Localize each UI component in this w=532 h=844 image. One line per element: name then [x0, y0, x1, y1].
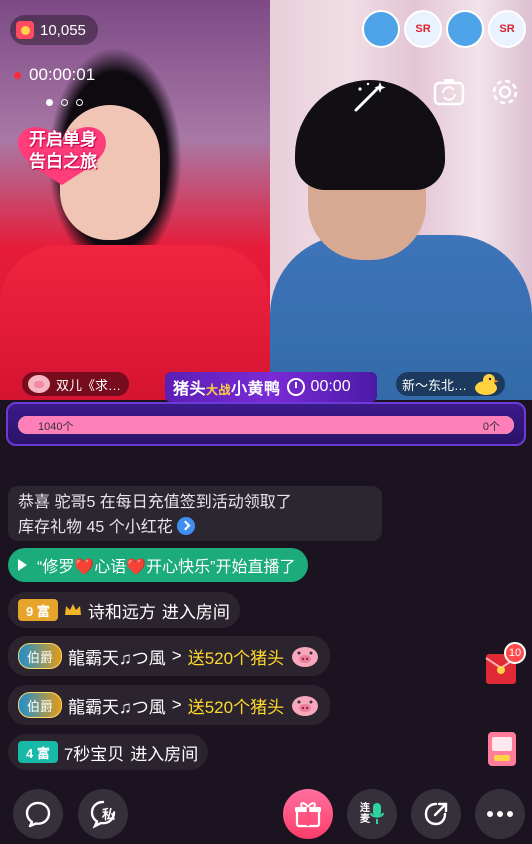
avatar-label: SR [499, 23, 515, 35]
pk-time: 00:00 [310, 378, 351, 395]
chat-gift-message[interactable]: 伯爵 龍霸天♫つ風 > 送520个猪头 [8, 636, 331, 676]
pk-title-b: 小黄鸭 [231, 381, 281, 398]
lianmai-button[interactable]: 连 麦 [347, 789, 397, 839]
camera-tools [432, 75, 522, 109]
chat-arrow: > [171, 695, 182, 714]
video-left-streamer[interactable] [0, 0, 270, 400]
more-icon [487, 811, 513, 817]
gift-button[interactable] [283, 789, 333, 839]
viewer-avatar[interactable] [362, 10, 400, 48]
carousel-dot[interactable] [61, 99, 68, 106]
pig-head-icon [292, 696, 319, 716]
pk-banner[interactable]: 猪头大战小黄鸭 00:00 [165, 372, 377, 402]
system-notice[interactable]: 恭喜 驼哥5 在每日充值签到活动领取了 库存礼物 45 个小红花 [8, 486, 382, 541]
carousel-dots [46, 99, 83, 106]
chat-button[interactable] [13, 789, 63, 839]
live-start-text: “修罗❤️心语❤️开心快乐”开始直播了 [37, 559, 296, 576]
chat-username[interactable]: 龍霸天♫つ風 [68, 693, 166, 718]
settings-gear-icon[interactable] [488, 75, 522, 109]
live-start-notice[interactable]: “修罗❤️心语❤️开心快乐”开始直播了 [8, 548, 308, 582]
viewer-avatar[interactable] [446, 10, 484, 48]
notice-line-2: 库存礼物 45 个小红花 [18, 519, 173, 536]
viewer-avatar[interactable]: SR [488, 10, 526, 48]
pk-title: 猪头大战小黄鸭 [173, 375, 281, 399]
pig-head-icon [292, 647, 319, 667]
pig-avatar-icon [28, 375, 50, 393]
right-streamer-name-chip[interactable]: 新～东北… [396, 372, 506, 396]
chat-gift-message[interactable]: 伯爵 龍霸天♫つ風 > 送520个猪头 [8, 685, 331, 725]
coin-icon [16, 21, 34, 39]
chat-bubble-icon [25, 801, 51, 828]
more-button[interactable] [475, 789, 525, 839]
microphone-icon [370, 803, 384, 824]
clock-icon [286, 378, 305, 396]
live-timer: 00:00:01 [14, 65, 95, 85]
wealth-level-badge: 4 富 [18, 741, 58, 763]
pk-progress-bar: 1040个 0个 [18, 416, 514, 434]
bottom-toolbar: 私 连 麦 [0, 786, 532, 844]
private-chat-icon: 私 [90, 800, 116, 829]
camera-switch-icon[interactable] [432, 75, 466, 109]
chevron-right-icon[interactable] [176, 517, 195, 535]
chat-text: 进入房间 [130, 744, 199, 764]
chat-arrow: > [171, 646, 182, 665]
pk-score-left: 1040个 [38, 421, 74, 433]
claw-machine-button[interactable] [484, 730, 520, 768]
carousel-dot[interactable] [46, 99, 53, 106]
timer-text: 00:00:01 [29, 65, 96, 84]
recording-dot-icon [14, 71, 21, 79]
chat-username[interactable]: 龍霸天♫つ風 [68, 644, 166, 669]
left-streamer-name: 双儿《求… [56, 377, 122, 393]
left-streamer-name-chip[interactable]: 双儿《求… [22, 372, 130, 396]
chat-username[interactable]: 7秒宝贝 [64, 740, 124, 765]
pk-score-right: 0个 [482, 421, 500, 433]
carousel-dot[interactable] [76, 99, 83, 106]
gift-text: 送520个猪头 [187, 648, 285, 668]
chat-message[interactable]: 9 富 诗和远方 进入房间 [8, 592, 240, 628]
badge-line-1: 开启单身 [29, 130, 97, 149]
video-right-streamer[interactable] [270, 0, 532, 400]
claw-machine-icon [488, 732, 516, 766]
notice-line-1: 恭喜 驼哥5 在每日充值签到活动领取了 [18, 494, 292, 511]
noble-badge: 伯爵 [18, 643, 63, 669]
private-chat-button[interactable]: 私 [78, 789, 128, 839]
share-button[interactable] [411, 789, 461, 839]
gift-icon [295, 802, 321, 828]
chat-message[interactable]: 4 富 7秒宝贝 进入房间 [8, 734, 209, 770]
pk-title-vs: 大战 [206, 383, 232, 397]
chat-text: 进入房间 [161, 602, 230, 622]
noble-badge: 伯爵 [18, 692, 63, 718]
pk-score-panel: 1040个 0个 [6, 402, 526, 446]
lianmai-label: 连 麦 [360, 803, 370, 825]
share-icon [424, 802, 448, 826]
top-viewer-avatars: SR SR [362, 10, 526, 48]
avatar-label: SR [415, 23, 431, 35]
chat-username[interactable]: 诗和远方 [88, 598, 156, 623]
right-streamer-name: 新～东北… [402, 377, 468, 393]
confession-activity-badge[interactable]: 开启单身 告白之旅 [14, 125, 110, 187]
gift-text: 送520个猪头 [187, 697, 285, 717]
pk-progress-fill [18, 416, 514, 434]
private-label: 私 [102, 807, 115, 823]
video-area [0, 0, 532, 400]
badge-line-2: 告白之旅 [29, 152, 97, 171]
viewer-avatar[interactable]: SR [404, 10, 442, 48]
pk-title-a: 猪头 [173, 381, 207, 398]
lianmai-label-1: 连 [360, 803, 370, 814]
envelope-count: 10 [504, 642, 526, 664]
viewer-count: 10,055 [40, 21, 86, 39]
viewer-count-pill[interactable]: 10,055 [10, 15, 98, 45]
play-icon [18, 559, 27, 571]
crown-icon [64, 604, 81, 615]
lianmai-label-2: 麦 [360, 814, 370, 825]
duck-icon [475, 374, 500, 395]
red-envelope-button[interactable]: 10 [484, 642, 526, 688]
magic-wand-icon[interactable] [348, 80, 388, 114]
wealth-level-badge: 9 富 [18, 599, 58, 621]
